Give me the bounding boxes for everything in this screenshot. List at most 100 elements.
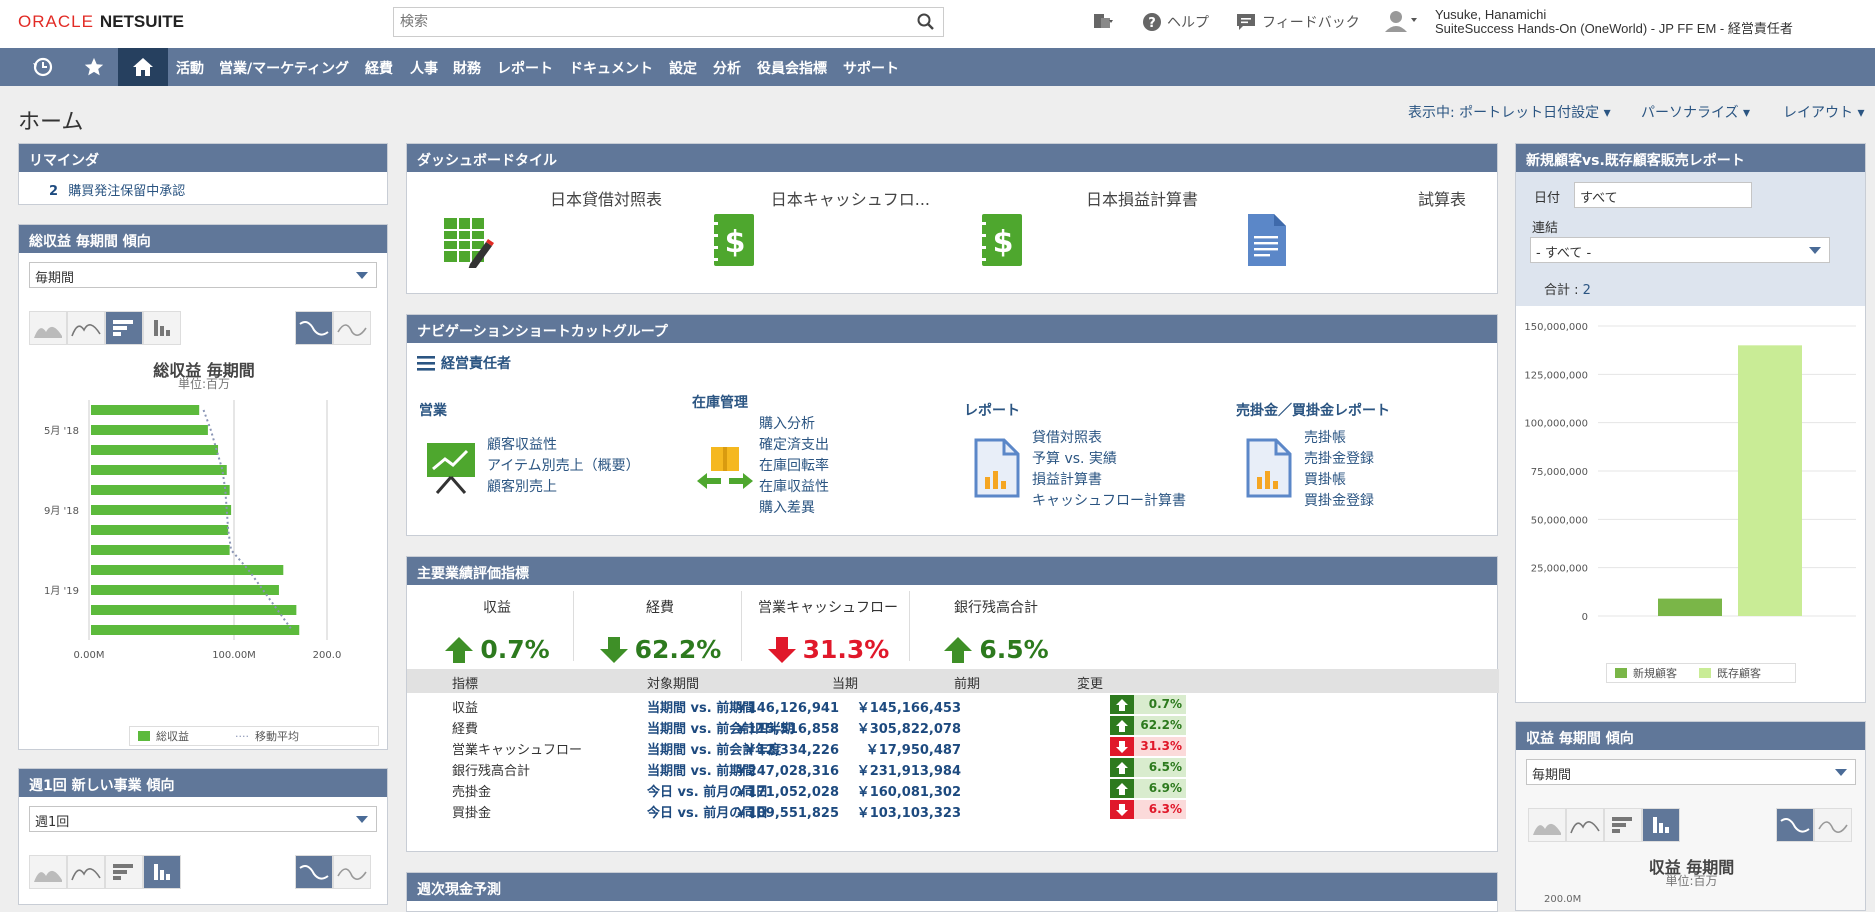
user-menu[interactable] [1385, 10, 1419, 32]
total-count: 合計 : 2 [1544, 279, 1591, 298]
line-chart-type-button[interactable] [67, 855, 105, 889]
chevron-down-icon [1835, 769, 1847, 776]
nav-support[interactable]: サポート [843, 58, 899, 78]
shortcut-link[interactable]: 売掛金登録 [1304, 449, 1374, 470]
column-chart-type-button[interactable] [1642, 808, 1680, 842]
shortcut-link[interactable]: 買掛帳 [1304, 470, 1374, 491]
chevron-down-icon [1809, 247, 1821, 254]
tile-income-statement[interactable]: 日本損益計算書 $ [956, 174, 1218, 282]
favorites-button[interactable] [71, 48, 117, 86]
table-row[interactable]: 買掛金 今日 vs. 前月の同日 ￥109,551,825 ￥103,103,323 6… [407, 800, 1499, 821]
user-info[interactable]: Yusuke, Hanamichi SuiteSuccess Hands-On … [1435, 8, 1793, 36]
nav-sales-marketing[interactable]: 営業/マーケティング [219, 58, 349, 78]
bar-horizontal-type-button[interactable] [105, 311, 143, 345]
bar-horizontal-type-button[interactable] [1604, 808, 1642, 842]
shortcut-link[interactable]: 購入差異 [759, 498, 829, 519]
consolidation-select[interactable]: - すべて - [1530, 237, 1830, 263]
line-chart-type-button[interactable] [67, 311, 105, 345]
home-button[interactable] [118, 48, 168, 86]
table-row[interactable]: 営業キャッシュフロー 当期間 vs. 前会計年度 ￥12,334,226 ￥17,95… [407, 737, 1499, 758]
column-header: 対象期間 [647, 677, 700, 692]
moving-average-toggle[interactable] [1776, 808, 1814, 842]
nav-documents[interactable]: ドキュメント [569, 58, 653, 78]
nav-reports[interactable]: レポート [497, 58, 553, 78]
period-select[interactable]: 毎期間 [1526, 759, 1856, 785]
nav-expenses[interactable]: 経費 [365, 58, 393, 78]
area-chart-type-button[interactable] [1528, 808, 1566, 842]
arrow-up-icon [445, 636, 474, 663]
nav-analytics[interactable]: 分析 [713, 58, 741, 78]
chevron-down-icon: ▾ [1603, 105, 1611, 121]
tile-cash-flow[interactable]: 日本キャッシュフロ... $ [688, 174, 950, 282]
kpi-metric: 売掛金 [452, 785, 492, 800]
moving-average-toggle[interactable] [295, 311, 333, 345]
shortcut-link[interactable]: 売掛帳 [1304, 428, 1374, 449]
nav-finance[interactable]: 財務 [453, 58, 481, 78]
layout-link[interactable]: レイアウト ▾ [1783, 102, 1864, 122]
kpi-summary-expenses[interactable]: 経費 62.2% [577, 597, 743, 664]
feedback-link[interactable]: フィードバック [1236, 12, 1360, 32]
shortcut-link[interactable]: 顧客別売上 [487, 477, 640, 498]
personalize-link[interactable]: パーソナライズ ▾ [1641, 102, 1750, 122]
kpi-previous: ￥145,166,453 [856, 701, 961, 716]
area-chart-type-button[interactable] [29, 855, 67, 889]
kpi-summary-revenue[interactable]: 収益 0.7% [427, 597, 567, 664]
bar [91, 625, 300, 635]
column-chart-type-button[interactable] [143, 311, 181, 345]
kpi-summary-operating-cash-flow[interactable]: 営業キャッシュフロー 31.3% [745, 597, 911, 664]
revenue-period-chart-unit: 単位:百万 [1665, 874, 1718, 888]
nav-board-metrics[interactable]: 役員会指標 [757, 58, 827, 78]
tile-balance-sheet[interactable]: 日本貸借対照表 [420, 174, 682, 282]
table-row[interactable]: 経費 当期間 vs. 前会計四半期 ￥115,516,858 ￥305,822,078… [407, 716, 1499, 737]
table-row[interactable]: 売掛金 今日 vs. 前月の同日 ￥171,052,028 ￥160,081,302 6… [407, 779, 1499, 800]
nav-hr[interactable]: 人事 [410, 58, 438, 78]
revenue-trend-title: 総収益 毎期間 傾向 [19, 225, 387, 253]
search-input[interactable] [394, 8, 894, 36]
shortcut-link[interactable]: アイテム別売上（概要） [487, 456, 640, 477]
shortcut-link[interactable]: 貸借対照表 [1032, 428, 1186, 449]
shortcut-link[interactable]: 顧客収益性 [487, 435, 640, 456]
shortcut-link[interactable]: 購入分析 [759, 414, 829, 435]
shortcut-link[interactable]: 予算 vs. 実績 [1032, 449, 1186, 470]
nav-setup[interactable]: 設定 [669, 58, 697, 78]
kpi-title: 主要業績評価指標 [407, 557, 1497, 585]
bar-horizontal-type-button[interactable] [105, 855, 143, 889]
shortcut-arap-heading-label: 売掛金／買掛金レポート [1236, 403, 1390, 419]
trend-line-alt-toggle[interactable] [1814, 808, 1852, 842]
nav-activities[interactable]: 活動 [176, 58, 204, 78]
view-date-settings-link[interactable]: 表示中: ポートレット日付設定 ▾ [1408, 102, 1611, 122]
weekly-select[interactable]: 週1回 [29, 806, 377, 832]
total-value[interactable]: 2 [1583, 283, 1591, 298]
table-row[interactable]: 収益 当期間 vs. 前期間 ￥146,126,941 ￥145,166,453 0.7… [407, 695, 1499, 716]
shortcut-link[interactable]: キャッシュフロー計算書 [1032, 491, 1186, 512]
kpi-label: 経費 [646, 600, 674, 616]
customer-sales-bar-chart: 150,000,000 125,000,000 100,000,000 75,000,… [1524, 322, 1856, 623]
global-search[interactable] [393, 7, 944, 37]
search-icon[interactable] [917, 13, 935, 35]
kpi-summary-bank-balance[interactable]: 銀行残高合計 6.5% [913, 597, 1079, 664]
recent-history-button[interactable] [20, 48, 66, 86]
shortcut-link[interactable]: 在庫回転率 [759, 456, 829, 477]
trend-line-alt-toggle[interactable] [333, 311, 371, 345]
line-chart-type-button[interactable] [1566, 808, 1604, 842]
shortcut-group-header[interactable]: 経営責任者 [417, 353, 511, 373]
reminder-item[interactable]: 2 購買発注保留中承認 [49, 180, 185, 199]
trend-line-alt-toggle[interactable] [333, 855, 371, 889]
period-select[interactable]: 毎期間 [29, 262, 377, 288]
column-chart-type-button[interactable] [143, 855, 181, 889]
tile-trial-balance[interactable]: 試算表 [1224, 174, 1486, 282]
x-tick-label: 0.00M [74, 650, 105, 661]
kpi-value: 31.3% [802, 635, 890, 664]
date-filter-input[interactable]: すべて [1574, 182, 1752, 208]
area-chart-type-button[interactable] [29, 311, 67, 345]
netsuite-logo[interactable]: ORACLE NETSUITE [18, 12, 184, 32]
shortcut-link[interactable]: 確定済支出 [759, 435, 829, 456]
shortcut-link[interactable]: 損益計算書 [1032, 470, 1186, 491]
help-link[interactable]: ? ヘルプ [1143, 12, 1209, 32]
trend-line-alt-icon [337, 324, 367, 336]
recent-records-menu[interactable] [1092, 12, 1114, 30]
table-row[interactable]: 銀行残高合計 当期間 vs. 前期間 ￥247,028,316 ￥231,913,98… [407, 758, 1499, 779]
shortcut-link[interactable]: 買掛金登録 [1304, 491, 1374, 512]
moving-average-toggle[interactable] [295, 855, 333, 889]
shortcut-link[interactable]: 在庫収益性 [759, 477, 829, 498]
